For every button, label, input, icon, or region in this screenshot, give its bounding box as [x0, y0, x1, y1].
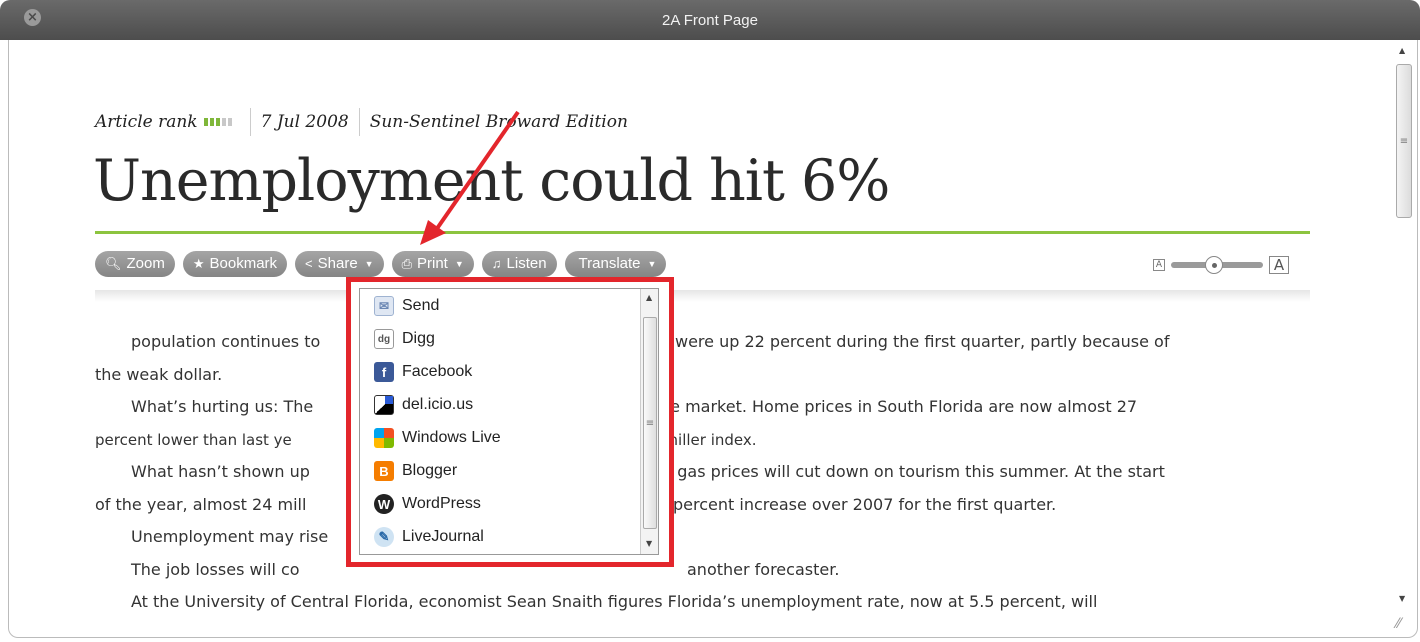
font-size-slider[interactable]: A A [1153, 256, 1289, 274]
print-button[interactable]: ⎙ Print ▼ [391, 251, 474, 277]
article-toolbar: 🔍︎ Zoom ★ Bookmark < Share ▼ ⎙ Print ▼ ♫… [95, 251, 667, 277]
body-line: were up 22 percent during the first quar… [675, 332, 1170, 351]
scroll-thumb[interactable]: ≡ [1396, 64, 1412, 218]
share-item-delicious[interactable]: del.icio.us [360, 389, 640, 421]
blogger-icon: B [374, 461, 394, 481]
share-menu-highlight: ✉ Send dg Digg f Facebook del.icio.us Wi… [346, 277, 674, 567]
body-line: another forecaster. [687, 560, 840, 579]
toolbar-shadow [95, 290, 1310, 302]
digg-icon: dg [374, 329, 394, 349]
share-menu-scrollbar[interactable]: ▲ ≡ ▼ [640, 289, 658, 554]
slider-knob[interactable] [1205, 256, 1223, 274]
music-note-icon: ♫ [491, 256, 502, 271]
share-label: Share [317, 255, 358, 272]
bookmark-button[interactable]: ★ Bookmark [182, 251, 288, 277]
resize-grip-icon[interactable]: ⁄⁄ [1396, 616, 1401, 632]
scroll-up-icon[interactable]: ▲ [646, 293, 652, 302]
share-item-send[interactable]: ✉ Send [360, 290, 640, 322]
article-rank-label: Article rank [95, 112, 198, 132]
bookmark-label: Bookmark [209, 255, 278, 272]
share-item-facebook[interactable]: f Facebook [360, 356, 640, 388]
print-label: Print [417, 255, 448, 272]
chevron-down-icon: ▼ [647, 259, 657, 269]
mail-icon: ✉ [374, 296, 394, 316]
body-line: h gas prices will cut down on tourism th… [662, 462, 1165, 481]
share-item-windows-live[interactable]: Windows Live [360, 422, 640, 454]
star-icon: ★ [192, 256, 205, 271]
slider-track[interactable] [1171, 256, 1263, 274]
share-item-label: Facebook [402, 363, 473, 380]
window-titlebar: × 2A Front Page [0, 0, 1420, 40]
body-line: population continues to [131, 332, 321, 351]
share-item-digg[interactable]: dg Digg [360, 323, 640, 355]
scroll-down-icon[interactable]: ▼ [646, 539, 652, 548]
article-source: Sun-Sentinel Broward Edition [369, 112, 628, 132]
window-title: 2A Front Page [662, 12, 758, 29]
body-line: he market. Home prices in South Florida … [660, 397, 1138, 416]
share-item-label: WordPress [402, 495, 481, 512]
share-menu[interactable]: ✉ Send dg Digg f Facebook del.icio.us Wi… [359, 288, 659, 555]
headline-divider [95, 231, 1310, 234]
article-headline: Unemployment could hit 6% [93, 148, 890, 214]
scroll-up-icon[interactable]: ▲ [1399, 46, 1405, 55]
share-item-label: del.icio.us [402, 396, 474, 413]
body-line: of the year, almost 24 mill [95, 495, 307, 514]
share-item-label: LiveJournal [402, 528, 484, 545]
chevron-down-icon: ▼ [454, 259, 464, 269]
share-item-label: Blogger [402, 462, 458, 479]
body-line: the weak dollar. [95, 365, 223, 384]
body-line: What hasn’t shown up [131, 462, 310, 481]
listen-label: Listen [506, 255, 547, 272]
body-line: Unemployment may rise [131, 527, 329, 546]
article-date: 7 Jul 2008 [260, 112, 349, 132]
font-small-icon[interactable]: A [1153, 259, 1165, 271]
body-line: percent lower than last ye [95, 431, 292, 449]
delicious-icon [374, 395, 394, 415]
zoom-label: Zoom [126, 255, 165, 272]
wordpress-icon: W [374, 494, 394, 514]
translate-button[interactable]: Translate ▼ [564, 251, 667, 277]
share-button[interactable]: < Share ▼ [295, 251, 384, 277]
font-large-icon[interactable]: A [1269, 256, 1289, 274]
share-icon: < [305, 256, 313, 271]
rank-bars-icon [203, 118, 232, 126]
share-item-label: Windows Live [402, 429, 501, 446]
body-line: What’s hurting us: The [131, 397, 314, 416]
vertical-scrollbar[interactable]: ▲ ≡ ▼ [1393, 40, 1415, 610]
body-line: At the University of Central Florida, ec… [131, 592, 1098, 611]
translate-label: Translate [578, 255, 641, 272]
magnifier-icon: 🔍︎ [105, 256, 122, 271]
listen-button[interactable]: ♫ Listen [481, 251, 557, 277]
facebook-icon: f [374, 362, 394, 382]
article-meta: Article rank 7 Jul 2008 Sun-Sentinel Bro… [95, 108, 628, 136]
body-line: percent increase over 2007 for the first… [673, 495, 1057, 514]
share-menu-scroll-thumb[interactable]: ≡ [643, 317, 657, 529]
share-item-label: Digg [402, 330, 435, 347]
share-item-label: Send [402, 297, 440, 314]
printer-icon: ⎙ [401, 256, 412, 271]
scroll-down-icon[interactable]: ▼ [1399, 594, 1405, 603]
chevron-down-icon: ▼ [364, 259, 374, 269]
zoom-button[interactable]: 🔍︎ Zoom [95, 251, 175, 277]
share-item-blogger[interactable]: B Blogger [360, 455, 640, 487]
share-item-livejournal[interactable]: ✎ LiveJournal [360, 521, 640, 553]
body-line: The job losses will co [131, 560, 300, 579]
share-item-wordpress[interactable]: W WordPress [360, 488, 640, 520]
livejournal-icon: ✎ [374, 527, 394, 547]
windows-live-icon [374, 428, 394, 448]
